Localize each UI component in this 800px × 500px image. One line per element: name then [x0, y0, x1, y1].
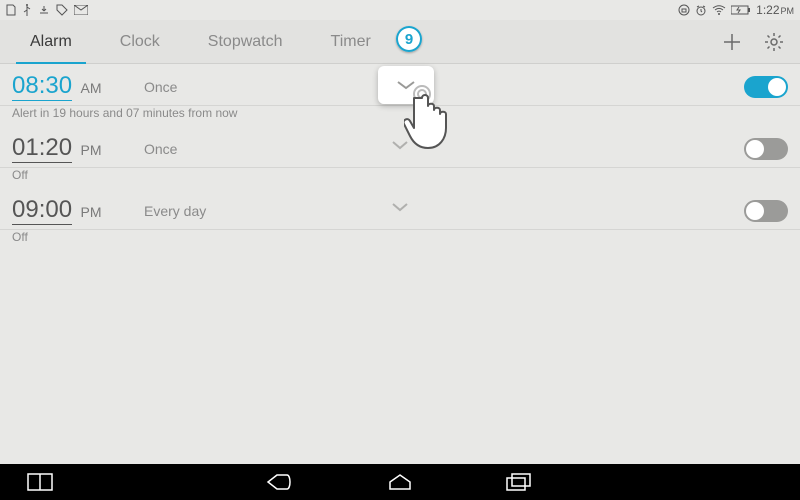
- status-bar: 1:22PM: [0, 0, 800, 20]
- alarm-time[interactable]: 09:00: [12, 196, 72, 225]
- tutorial-step-badge: 9: [396, 26, 422, 52]
- alarm-time[interactable]: 01:20: [12, 134, 72, 163]
- expand-alarm-button[interactable]: [390, 200, 410, 218]
- alarm-toggle[interactable]: [744, 200, 788, 222]
- alarm-ampm: PM: [81, 142, 102, 158]
- tab-timer[interactable]: Timer: [307, 20, 395, 64]
- tab-bar: Alarm Clock Stopwatch Timer 9: [0, 20, 800, 64]
- nav-back-button[interactable]: [250, 470, 310, 494]
- alarm-subtext: Alert in 19 hours and 07 minutes from no…: [0, 106, 800, 126]
- gmail-icon: [74, 5, 88, 15]
- download-icon: [38, 4, 50, 16]
- alarm-repeat: Once: [144, 141, 177, 157]
- tab-clock[interactable]: Clock: [96, 20, 184, 64]
- tutorial-pointer-hand-icon: [404, 84, 464, 161]
- alarm-status-icon: [695, 4, 707, 16]
- alarm-subtext: Off: [0, 168, 800, 188]
- status-time: 1:22PM: [756, 3, 794, 17]
- alarm-list: 08:30 AM Once Alert in 19 hours and 07 m…: [0, 64, 800, 464]
- alarm-time[interactable]: 08:30: [12, 72, 72, 101]
- alarm-row[interactable]: 01:20 PM Once: [0, 126, 800, 168]
- add-alarm-button[interactable]: [720, 30, 744, 54]
- alarm-row[interactable]: 09:00 PM Every day: [0, 188, 800, 230]
- alarm-repeat: Every day: [144, 203, 206, 219]
- navigation-bar: [0, 464, 800, 500]
- rotation-lock-icon: [678, 4, 690, 16]
- wifi-icon: [712, 5, 726, 15]
- tab-stopwatch[interactable]: Stopwatch: [184, 20, 307, 64]
- nav-splitscreen-button[interactable]: [10, 470, 70, 494]
- alarm-repeat: Once: [144, 79, 177, 95]
- usb-icon: [22, 4, 32, 16]
- battery-charging-icon: [731, 5, 751, 15]
- alarm-toggle[interactable]: [744, 76, 788, 98]
- alarm-toggle[interactable]: [744, 138, 788, 160]
- tab-alarm[interactable]: Alarm: [6, 20, 96, 64]
- alarm-ampm: PM: [81, 204, 102, 220]
- sd-card-icon: [6, 4, 16, 16]
- alarm-subtext: Off: [0, 230, 800, 250]
- settings-button[interactable]: [762, 30, 786, 54]
- nav-recent-button[interactable]: [490, 470, 550, 494]
- tag-icon: [56, 4, 68, 16]
- alarm-ampm: AM: [81, 80, 102, 96]
- nav-home-button[interactable]: [370, 470, 430, 494]
